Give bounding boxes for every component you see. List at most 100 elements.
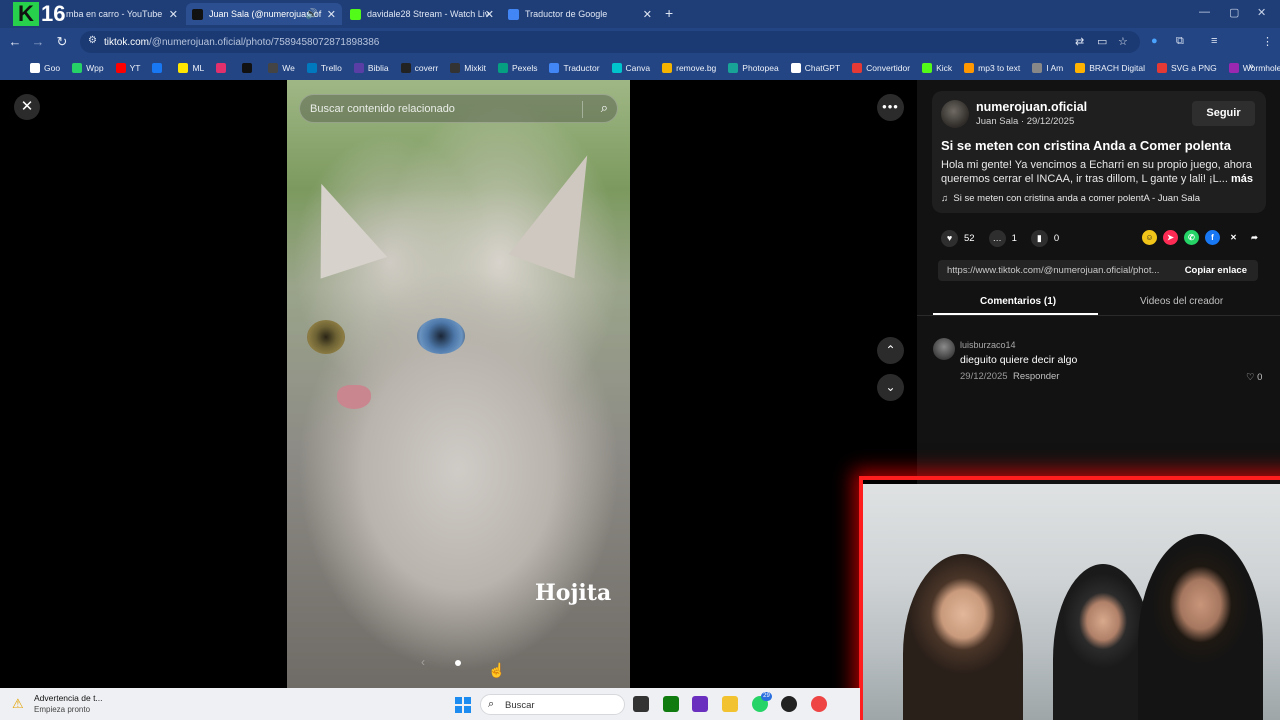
copy-link-button[interactable]: Copiar enlace bbox=[1185, 265, 1247, 276]
window-close-icon[interactable]: ✕ bbox=[1257, 6, 1266, 19]
bookmark-label: Pexels bbox=[511, 63, 538, 73]
bookmark-item[interactable]: Goo bbox=[30, 63, 60, 73]
comment-button[interactable]: … 1 bbox=[988, 229, 1017, 247]
post-description-text: Hola mi gente! Ya vencimos a Echarri en … bbox=[941, 159, 1252, 185]
taskbar-search-label: Buscar bbox=[505, 700, 535, 711]
back-icon[interactable]: ← bbox=[6, 34, 24, 49]
bookmark-item[interactable]: SVG a PNG bbox=[1156, 63, 1217, 73]
bookmark-favicon-icon bbox=[216, 63, 227, 73]
windows-start-icon[interactable] bbox=[455, 697, 471, 713]
next-post-icon[interactable]: ⌄ bbox=[877, 374, 904, 401]
bookmark-item[interactable]: Traductor bbox=[549, 63, 600, 73]
translate-icon[interactable]: ⇄ bbox=[1075, 35, 1084, 48]
whatsapp-icon[interactable]: ✆ bbox=[1184, 230, 1199, 245]
post-link-field[interactable]: https://www.tiktok.com/@numerojuan.ofici… bbox=[938, 260, 1258, 281]
bookmark-item[interactable]: Trello bbox=[306, 63, 342, 73]
save-count: 0 bbox=[1053, 232, 1060, 244]
tab-comments[interactable]: Comentarios (1) bbox=[980, 296, 1056, 307]
file-explorer-icon[interactable] bbox=[722, 696, 738, 712]
reply-button[interactable]: Responder bbox=[1013, 371, 1059, 382]
forward-icon[interactable]: → bbox=[29, 34, 47, 49]
bookmark-item[interactable]: Photopea bbox=[728, 63, 779, 73]
more-link[interactable]: más bbox=[1231, 173, 1253, 185]
search-icon[interactable]: ⌕ bbox=[601, 100, 608, 116]
extension-icon[interactable]: ● bbox=[1151, 35, 1158, 47]
related-search-input[interactable]: Buscar contenido relacionado ⌕ bbox=[299, 94, 618, 123]
xbox-icon[interactable] bbox=[663, 696, 679, 712]
x-twitter-icon[interactable]: ✕ bbox=[1226, 230, 1241, 245]
reload-icon[interactable]: ↻ bbox=[53, 34, 71, 50]
close-icon[interactable]: ✕ bbox=[327, 8, 336, 21]
bookmark-item[interactable] bbox=[152, 63, 166, 73]
bookmark-label: We bbox=[282, 63, 295, 73]
menu-kebab-icon[interactable]: ⋮ bbox=[1262, 35, 1273, 48]
bookmark-item[interactable]: I Am bbox=[1032, 63, 1063, 73]
bookmark-item[interactable]: Convertidor bbox=[852, 63, 910, 73]
bookmark-item[interactable]: ChatGPT bbox=[790, 63, 840, 73]
cast-icon[interactable]: ▭ bbox=[1097, 35, 1107, 48]
site-info-icon[interactable]: ⚙ bbox=[88, 35, 97, 46]
bookmark-item[interactable]: coverr bbox=[400, 63, 438, 73]
comment-like-button[interactable]: ♡ 0 bbox=[1246, 372, 1262, 383]
facebook-icon[interactable]: f bbox=[1205, 230, 1220, 245]
bookmark-item[interactable]: ML bbox=[178, 63, 204, 73]
share-arrow-icon[interactable]: ➦ bbox=[1247, 230, 1262, 245]
speaker-icon[interactable]: 🔊 bbox=[306, 9, 318, 20]
address-bar[interactable]: ⚙ tiktok.com/@numerojuan.oficial/photo/7… bbox=[80, 31, 1140, 53]
bookmarks-more-icon[interactable]: » bbox=[1248, 61, 1254, 72]
bookmark-item[interactable]: YT bbox=[115, 63, 140, 73]
previous-photo-icon[interactable]: ‹ bbox=[421, 655, 425, 669]
bookmark-item[interactable]: Pexels bbox=[497, 63, 538, 73]
tab-kick-stream[interactable]: davidale28 Stream - Watch Liv ✕ bbox=[344, 3, 500, 25]
music-title: Si se meten con cristina anda a comer po… bbox=[953, 193, 1201, 204]
bookmark-item[interactable]: Mixkit bbox=[450, 63, 486, 73]
more-options-icon[interactable]: ••• bbox=[877, 94, 904, 121]
like-button[interactable]: ♥ 52 bbox=[941, 229, 975, 247]
extensions-puzzle-icon[interactable]: ⧉ bbox=[1176, 35, 1184, 48]
bookmark-item[interactable]: remove.bg bbox=[662, 63, 716, 73]
obs-icon[interactable] bbox=[781, 696, 797, 712]
tab-google-translate[interactable]: Traductor de Google ✕ bbox=[502, 3, 658, 25]
bookmark-item[interactable] bbox=[242, 63, 256, 73]
bookmark-star-icon[interactable]: ☆ bbox=[1118, 35, 1128, 48]
close-viewer-icon[interactable]: ✕ bbox=[14, 94, 40, 120]
comment-username[interactable]: luisburzaco14 bbox=[960, 340, 1016, 350]
minimize-icon[interactable]: — bbox=[1199, 6, 1210, 18]
search-icon: ⌕ bbox=[488, 698, 495, 710]
previous-post-icon[interactable]: ⌃ bbox=[877, 337, 904, 364]
music-line[interactable]: ♫ Si se meten con cristina anda a comer … bbox=[941, 193, 1200, 204]
tab-tiktok[interactable]: Juan Sala (@numerojuan.of 🔊 ✕ bbox=[186, 3, 342, 25]
bookmark-item[interactable]: BRACH Digital bbox=[1075, 63, 1145, 73]
close-icon[interactable]: ✕ bbox=[643, 8, 652, 21]
chrome-icon[interactable] bbox=[811, 696, 827, 712]
follow-button[interactable]: Seguir bbox=[1192, 101, 1255, 126]
tab-youtube[interactable]: mba en carro - YouTube ✕ bbox=[60, 3, 184, 25]
embed-share-icon[interactable]: ☺ bbox=[1142, 230, 1157, 245]
bookmark-item[interactable]: We bbox=[268, 63, 295, 73]
notification-title[interactable]: Advertencia de t... bbox=[34, 693, 103, 703]
taskbar-search-input[interactable]: ⌕ Buscar bbox=[480, 694, 625, 715]
bookmark-item[interactable]: Wpp bbox=[72, 63, 104, 73]
media-controls-icon[interactable]: ≡ bbox=[1211, 35, 1217, 47]
author-username[interactable]: numerojuan.oficial bbox=[976, 100, 1087, 114]
tab-creator-videos[interactable]: Videos del creador bbox=[1140, 296, 1223, 307]
commenter-avatar[interactable] bbox=[933, 338, 955, 360]
url-path: /@numerojuan.oficial/photo/7589458072871… bbox=[149, 36, 380, 48]
bookmark-item[interactable]: Kick bbox=[922, 63, 952, 73]
new-tab-icon[interactable]: + bbox=[665, 5, 673, 21]
bookmark-item[interactable] bbox=[216, 63, 230, 73]
author-avatar[interactable] bbox=[941, 100, 969, 128]
close-icon[interactable]: ✕ bbox=[169, 8, 178, 21]
task-view-icon[interactable] bbox=[633, 696, 649, 712]
bookmark-item[interactable]: mp3 to text bbox=[964, 63, 1020, 73]
bookmark-item[interactable]: Biblia bbox=[353, 63, 389, 73]
close-icon[interactable]: ✕ bbox=[485, 8, 494, 21]
tab-label: davidale28 Stream - Watch Liv bbox=[367, 9, 490, 19]
send-share-icon[interactable]: ➤ bbox=[1163, 230, 1178, 245]
carousel-dot[interactable] bbox=[455, 660, 461, 666]
maximize-icon[interactable]: ▢ bbox=[1229, 6, 1239, 19]
bookmark-item[interactable]: Canva bbox=[611, 63, 650, 73]
app-icon[interactable] bbox=[692, 696, 708, 712]
bookmark-item[interactable]: Wormhole bbox=[1228, 63, 1280, 73]
save-button[interactable]: ▮ 0 bbox=[1030, 229, 1060, 247]
